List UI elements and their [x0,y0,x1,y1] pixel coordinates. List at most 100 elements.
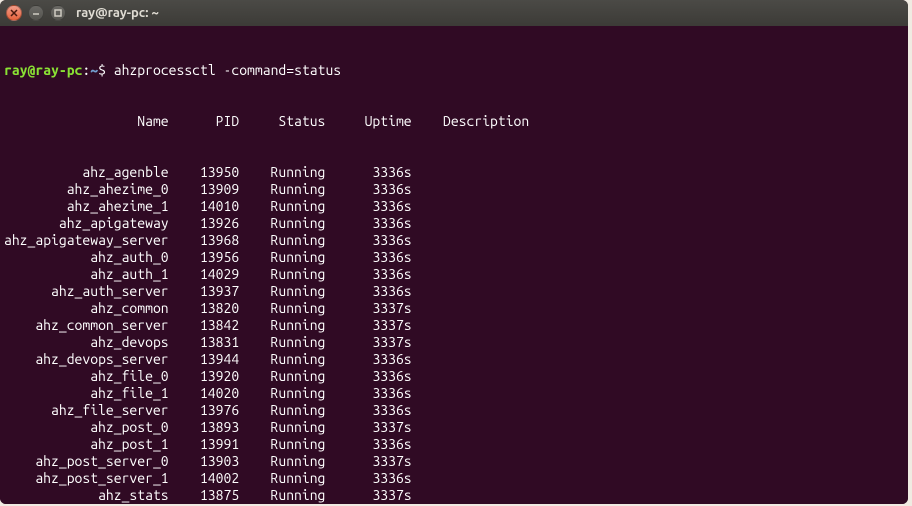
table-row: ahz_post_server_013903Running3337s [4,453,904,470]
cell-name: ahz_post_1 [4,436,169,453]
cell-name: ahz_common [4,300,169,317]
cell-pid: 13944 [169,351,240,368]
cell-uptime: 3336s [325,232,411,249]
titlebar[interactable]: ray@ray-pc: ~ [0,0,908,26]
cell-pid: 13820 [169,300,240,317]
cell-uptime: 3336s [325,164,411,181]
cell-name: ahz_devops_server [4,351,169,368]
cell-status: Running [239,249,325,266]
table-row: ahz_devops_server13944Running3336s [4,351,904,368]
cell-uptime: 3337s [325,487,411,504]
cell-pid: 14010 [169,198,240,215]
cell-pid: 13950 [169,164,240,181]
cell-name: ahz_apigateway_server [4,232,169,249]
cell-pid: 13968 [169,232,240,249]
table-row: ahz_devops13831Running3337s [4,334,904,351]
minimize-icon[interactable] [28,5,44,21]
cell-pid: 13926 [169,215,240,232]
table-row: ahz_auth_114029Running3336s [4,266,904,283]
cell-pid: 14020 [169,385,240,402]
cell-pid: 13976 [169,402,240,419]
cell-uptime: 3337s [325,419,411,436]
header-pid: PID [169,113,240,130]
cell-pid: 13937 [169,283,240,300]
cell-uptime: 3336s [325,436,411,453]
cell-pid: 13920 [169,368,240,385]
table-row: ahz_ahezime_114010Running3336s [4,198,904,215]
cell-pid: 13956 [169,249,240,266]
cell-pid: 13909 [169,181,240,198]
cell-status: Running [239,181,325,198]
cell-uptime: 3336s [325,215,411,232]
cell-uptime: 3336s [325,266,411,283]
cell-status: Running [239,351,325,368]
maximize-icon[interactable] [50,5,66,21]
cell-pid: 13842 [169,317,240,334]
cell-name: ahz_common_server [4,317,169,334]
cell-uptime: 3336s [325,351,411,368]
cell-pid: 13893 [169,419,240,436]
table-row: ahz_ahezime_013909Running3336s [4,181,904,198]
window-title: ray@ray-pc: ~ [76,6,159,20]
terminal-body[interactable]: ray@ray-pc:~$ ahzprocessctl -command=sta… [0,26,908,504]
command-line: ray@ray-pc:~$ ahzprocessctl -command=sta… [4,62,904,79]
prompt-path: ~ [90,62,98,78]
table-row: ahz_apigateway_server13968Running3336s [4,232,904,249]
cell-status: Running [239,300,325,317]
cell-status: Running [239,198,325,215]
cell-name: ahz_agenble [4,164,169,181]
close-icon[interactable] [6,5,22,21]
cell-name: ahz_auth_0 [4,249,169,266]
header-status: Status [239,113,325,130]
cell-uptime: 3336s [325,198,411,215]
cell-uptime: 3336s [325,402,411,419]
cell-pid: 14002 [169,470,240,487]
header-description: Description [412,113,530,130]
cell-pid: 13875 [169,487,240,504]
cell-status: Running [239,402,325,419]
cell-status: Running [239,266,325,283]
cell-uptime: 3337s [325,334,411,351]
cell-name: ahz_stats [4,487,169,504]
table-row: ahz_file_013920Running3336s [4,368,904,385]
cell-pid: 13991 [169,436,240,453]
cell-name: ahz_post_server_1 [4,470,169,487]
cell-name: ahz_devops [4,334,169,351]
cell-uptime: 3337s [325,300,411,317]
cell-status: Running [239,368,325,385]
cell-uptime: 3336s [325,368,411,385]
entered-command: ahzprocessctl -command=status [114,62,341,78]
cell-status: Running [239,385,325,402]
table-row: ahz_post_013893Running3337s [4,419,904,436]
table-row: ahz_file_server13976Running3336s [4,402,904,419]
cell-status: Running [239,283,325,300]
cell-name: ahz_auth_server [4,283,169,300]
cell-name: ahz_ahezime_0 [4,181,169,198]
cell-uptime: 3336s [325,470,411,487]
cell-status: Running [239,419,325,436]
cell-status: Running [239,470,325,487]
cell-uptime: 3336s [325,181,411,198]
cell-status: Running [239,164,325,181]
prompt-dollar: $ [98,62,106,78]
table-row: ahz_stats13875Running3337s [4,487,904,504]
cell-uptime: 3337s [325,453,411,470]
cell-uptime: 3337s [325,317,411,334]
cell-name: ahz_apigateway [4,215,169,232]
prompt-user-host: ray@ray-pc [4,62,82,78]
cell-name: ahz_post_0 [4,419,169,436]
table-row: ahz_file_114020Running3336s [4,385,904,402]
header-name: Name [4,113,169,130]
table-row: ahz_agenble13950Running3336s [4,164,904,181]
table-row: ahz_post_113991Running3336s [4,436,904,453]
cell-status: Running [239,232,325,249]
cell-status: Running [239,436,325,453]
table-row: ahz_apigateway13926Running3336s [4,215,904,232]
cell-pid: 13831 [169,334,240,351]
cell-status: Running [239,453,325,470]
cell-status: Running [239,334,325,351]
table-row: ahz_auth_013956Running3336s [4,249,904,266]
table-row: ahz_post_server_114002Running3336s [4,470,904,487]
cell-status: Running [239,215,325,232]
terminal-window: ray@ray-pc: ~ ray@ray-pc:~$ ahzprocessct… [0,0,908,504]
